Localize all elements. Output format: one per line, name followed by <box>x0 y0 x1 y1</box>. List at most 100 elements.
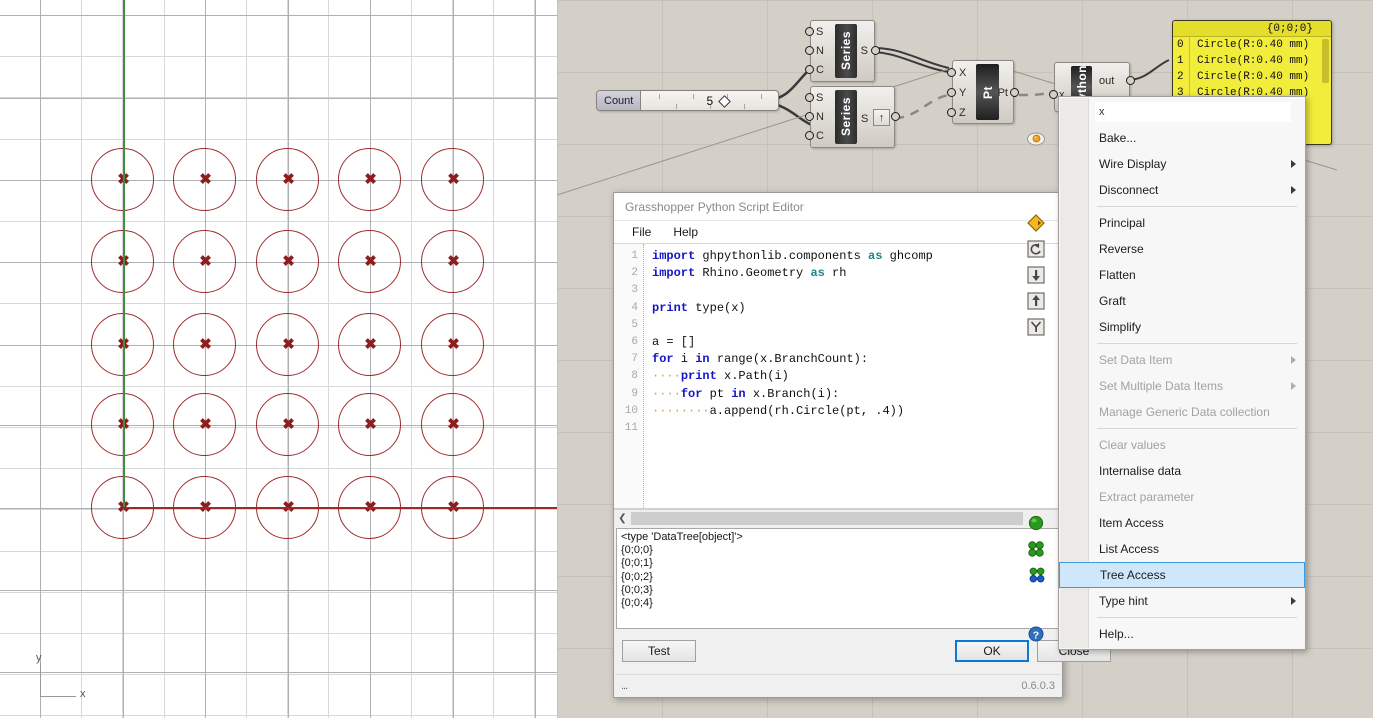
axis-indicator-x-line <box>40 696 76 697</box>
series-1-input-s[interactable]: S <box>816 26 823 38</box>
line-number: 2 <box>631 267 638 280</box>
menu-help[interactable]: Help <box>673 225 698 239</box>
submenu-chevron-icon <box>1291 597 1296 605</box>
python-nub-x[interactable] <box>1049 90 1058 99</box>
series-1-output-s[interactable]: S <box>861 45 868 57</box>
parameter-context-menu[interactable]: x Bake... Wire Display Disconnect Principal… <box>1027 96 1306 650</box>
menu-item-bake[interactable]: Bake... <box>1027 125 1305 151</box>
python-nub-out[interactable] <box>1126 76 1135 85</box>
pt-input-z[interactable]: Z <box>959 107 966 119</box>
menu-item-label: Reverse <box>1099 242 1144 256</box>
rhino-viewport[interactable]: ✖✖✖✖✖✖✖✖✖✖✖✖✖✖✖✖✖✖✖✖✖✖✖✖✖ y x <box>0 0 557 718</box>
line-number: 7 <box>631 353 638 366</box>
editor-menubar[interactable]: File Help <box>614 221 1062 244</box>
rhino-point-marker: ✖ <box>199 336 212 353</box>
line-number: 1 <box>631 250 638 262</box>
code-line: a = [] <box>652 335 696 350</box>
series-component-2[interactable]: Series S N C S ↑ <box>805 86 900 148</box>
series-2-nub-n[interactable] <box>805 112 814 121</box>
code-text[interactable]: import ghpythonlib.components as ghcomp i… <box>644 244 1062 508</box>
menu-separator <box>1097 617 1297 618</box>
rhino-point-marker: ✖ <box>199 171 212 188</box>
editor-titlebar: Grasshopper Python Script Editor <box>614 193 1062 221</box>
series-component-1[interactable]: Series S N C S <box>805 20 880 82</box>
series-2-nub-c[interactable] <box>805 131 814 140</box>
pt-input-x[interactable]: X <box>959 67 966 79</box>
series-2-input-c[interactable]: C <box>816 130 824 142</box>
python-output-out[interactable]: out <box>1099 75 1114 87</box>
pt-capsule: Pt <box>976 64 999 120</box>
menu-item-wire-display[interactable]: Wire Display <box>1059 151 1305 177</box>
output-console: <type 'DataTree[object]'> {0;0;0} {0;0;1}{… <box>616 528 1060 629</box>
graft-up-arrow-icon <box>1026 291 1046 311</box>
count-number-slider[interactable]: Count 5 <box>596 90 780 111</box>
menu-item-clear-values: Clear values <box>1059 432 1305 458</box>
menu-item-type-hint[interactable]: Type hint <box>1059 588 1305 614</box>
pt-nub-out[interactable] <box>1010 88 1019 97</box>
menu-file[interactable]: File <box>632 225 651 239</box>
series-1-capsule: Series <box>835 24 857 78</box>
scroll-left-arrow-icon[interactable]: ❮ <box>614 509 631 527</box>
name-field-box[interactable] <box>1095 102 1291 122</box>
output-line: {0;0;2} <box>621 570 653 583</box>
menu-item-help[interactable]: ? Help... <box>1028 621 1305 647</box>
pt-output[interactable]: Pt <box>998 87 1008 99</box>
menu-item-flatten[interactable]: Flatten <box>1027 262 1305 288</box>
series-1-nub-n[interactable] <box>805 46 814 55</box>
series-1-nub-c[interactable] <box>805 65 814 74</box>
rhino-point-marker: ✖ <box>447 171 460 188</box>
submenu-chevron-icon <box>1291 356 1296 364</box>
rhino-point-marker: ✖ <box>199 253 212 270</box>
preview-row-index: 1 <box>1177 55 1184 67</box>
menu-item-disconnect[interactable]: Disconnect <box>1059 177 1305 203</box>
menu-separator <box>1097 206 1297 207</box>
menu-item-set-multiple-data-items: Set Multiple Data Items <box>1059 373 1305 399</box>
pt-input-y[interactable]: Y <box>959 87 966 99</box>
code-editor-area[interactable]: 1 2 3 4 5 6 7 8 9 10 11 import ghpythonlib.compone… <box>614 244 1062 509</box>
status-left-text: ... <box>621 679 628 692</box>
series-2-input-n[interactable]: N <box>816 111 824 123</box>
pt-nub-x[interactable] <box>947 68 956 77</box>
menu-item-graft[interactable]: Graft <box>1027 288 1305 314</box>
python-script-editor-dialog[interactable]: Grasshopper Python Script Editor File He… <box>613 192 1111 698</box>
menu-item-internalise-data[interactable]: Internalise data <box>1059 458 1305 484</box>
test-button[interactable]: Test <box>622 640 696 662</box>
series-1-nub-s[interactable] <box>805 27 814 36</box>
code-line: for i in range(x.BranchCount): <box>652 352 869 367</box>
pt-nub-z[interactable] <box>947 108 956 117</box>
preview-scrollbar[interactable] <box>1322 39 1329 83</box>
menu-item-simplify[interactable]: Simplify <box>1027 314 1305 340</box>
preview-row-index: 0 <box>1177 39 1184 51</box>
menu-item-label: Extract parameter <box>1099 490 1195 504</box>
context-menu-header[interactable]: x <box>1059 99 1305 125</box>
menu-item-reverse[interactable]: Reverse <box>1027 236 1305 262</box>
menu-item-label: Principal <box>1099 216 1146 230</box>
menu-item-item-access[interactable]: Item Access <box>1028 510 1305 536</box>
construct-point-component[interactable]: Pt X Y Z Pt <box>947 60 1019 124</box>
series-2-input-s[interactable]: S <box>816 92 823 104</box>
menu-item-principal[interactable]: Principal <box>1027 210 1305 236</box>
menu-item-label: Disconnect <box>1099 183 1159 197</box>
series-2-nub-out[interactable] <box>891 112 900 121</box>
code-horizontal-scrollbar[interactable]: ❮ <box>614 509 1062 527</box>
ok-button[interactable]: OK <box>955 640 1029 662</box>
scrollbar-thumb[interactable] <box>631 511 1023 525</box>
preview-path-label: {0;0;0} <box>1173 21 1331 37</box>
series-2-nub-s[interactable] <box>805 93 814 102</box>
series-2-output-s[interactable]: S <box>861 113 868 125</box>
svg-text:?: ? <box>1033 629 1039 641</box>
preview-row: 0 Circle(R:0.40 mm) <box>1173 37 1331 53</box>
code-line: print type(x) <box>652 300 746 315</box>
series-1-input-n[interactable]: N <box>816 45 824 57</box>
menu-item-list-access[interactable]: List Access <box>1028 536 1305 562</box>
menu-item-tree-access[interactable]: Tree Access <box>1029 562 1305 588</box>
pt-nub-y[interactable] <box>947 88 956 97</box>
slider-track[interactable]: 5 <box>641 91 779 110</box>
series-1-input-c[interactable]: C <box>816 64 824 76</box>
menu-item-manage-generic-data-collection: Manage Generic Data collection <box>1059 399 1305 425</box>
axis-indicator-y-line <box>40 663 41 697</box>
rhino-point-marker: ✖ <box>282 336 295 353</box>
series-1-nub-out[interactable] <box>871 46 880 55</box>
status-version: 0.6.0.3 <box>1021 679 1055 692</box>
